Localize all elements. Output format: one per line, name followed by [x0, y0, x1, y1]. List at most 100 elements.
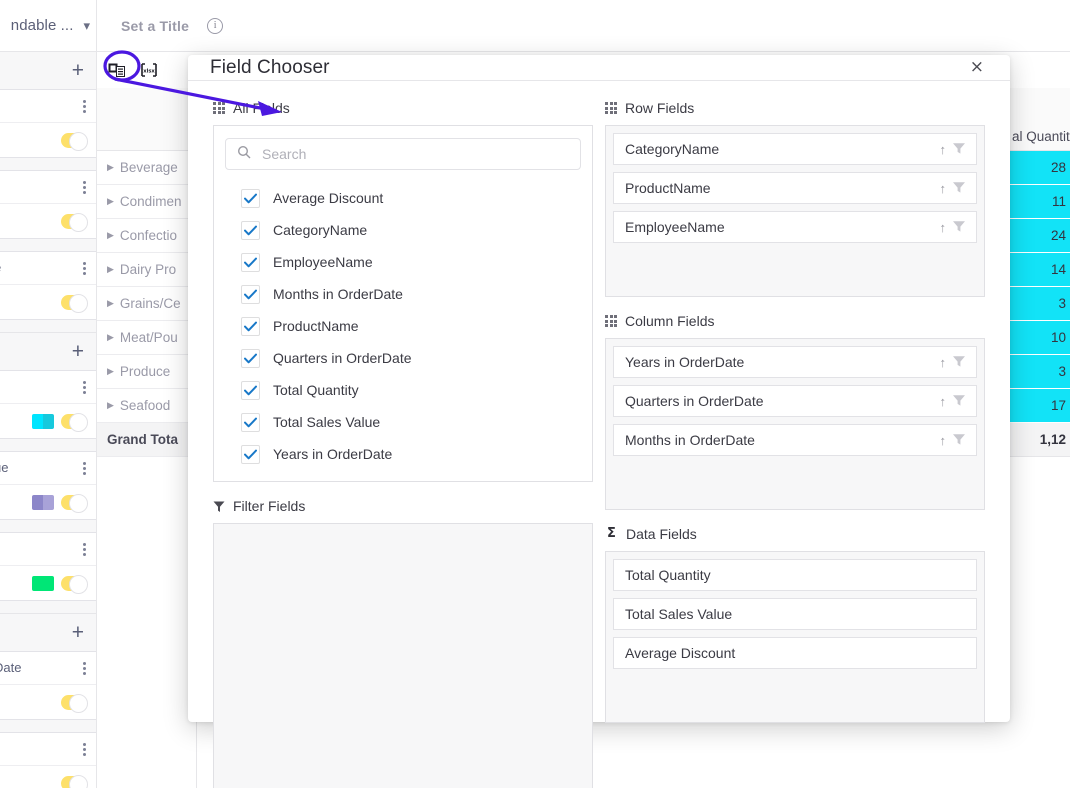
more-options-icon[interactable]	[82, 742, 86, 756]
more-options-icon[interactable]	[82, 99, 86, 113]
triangle-right-icon[interactable]: ▶	[107, 162, 114, 173]
pivot-grand-total-row[interactable]: Grand Tota	[97, 423, 196, 457]
color-swatch[interactable]	[32, 494, 54, 510]
sort-asc-icon[interactable]: ↑	[940, 143, 947, 156]
more-options-icon[interactable]	[82, 542, 86, 556]
field-checkbox[interactable]	[241, 380, 260, 400]
config-toggle[interactable]	[61, 412, 88, 432]
pivot-row[interactable]: ▶ Condimen	[97, 185, 196, 219]
funnel-icon[interactable]	[952, 141, 966, 158]
config-toggle[interactable]	[61, 131, 88, 151]
color-swatch[interactable]	[32, 413, 54, 429]
sort-asc-icon[interactable]: ↑	[940, 182, 947, 195]
field-list-item[interactable]: Quarters in OrderDate	[214, 342, 592, 374]
field-chooser-icon[interactable]	[107, 60, 127, 80]
sort-asc-icon[interactable]: ↑	[940, 395, 947, 408]
chevron-down-icon[interactable]: ▾	[83, 18, 90, 34]
export-xlsx-icon[interactable]: xlsx	[139, 60, 159, 80]
field-checkbox[interactable]	[241, 284, 260, 304]
field-list-item[interactable]: Average Discount	[214, 182, 592, 214]
config-toggle[interactable]	[61, 693, 88, 713]
row-field-chip[interactable]: ProductName ↑	[613, 172, 977, 204]
search-box[interactable]	[225, 138, 581, 170]
field-checkbox[interactable]	[241, 348, 260, 368]
column-fields-dropzone[interactable]: Years in OrderDate ↑ Quarters in OrderDate…	[605, 338, 985, 510]
pivot-row[interactable]: ▶ Dairy Pro	[97, 253, 196, 287]
config-card[interactable]	[0, 170, 96, 239]
config-toggle[interactable]	[61, 293, 88, 313]
config-toggle[interactable]	[61, 212, 88, 232]
more-options-icon[interactable]	[82, 380, 86, 394]
data-field-chip[interactable]: Total Sales Value	[613, 598, 977, 630]
page-title[interactable]: Set a Title	[121, 18, 189, 34]
config-card-controls	[0, 404, 96, 438]
more-options-icon[interactable]	[82, 661, 86, 675]
data-fields-dropzone[interactable]: Total Quantity Total Sales Value Average D…	[605, 551, 985, 723]
sort-asc-icon[interactable]: ↑	[940, 356, 947, 369]
field-checkbox[interactable]	[241, 188, 260, 208]
field-list-item[interactable]: ProductName	[214, 310, 592, 342]
config-card[interactable]	[0, 732, 96, 788]
row-fields-dropzone[interactable]: CategoryName ↑ ProductName ↑ EmployeeName ↑	[605, 125, 985, 297]
row-field-chip[interactable]: CategoryName ↑	[613, 133, 977, 165]
funnel-icon[interactable]	[952, 393, 966, 410]
triangle-right-icon[interactable]: ▶	[107, 366, 114, 377]
field-checkbox[interactable]	[241, 444, 260, 464]
data-field-chip[interactable]: Total Quantity	[613, 559, 977, 591]
pivot-row[interactable]: ▶ Meat/Pou	[97, 321, 196, 355]
info-icon[interactable]: i	[207, 17, 224, 34]
config-card[interactable]: ue	[0, 451, 96, 520]
more-options-icon[interactable]	[82, 461, 86, 475]
config-card[interactable]: Date	[0, 651, 96, 720]
field-checkbox[interactable]	[241, 220, 260, 240]
plus-icon[interactable]: +	[72, 341, 84, 362]
funnel-icon[interactable]	[952, 219, 966, 236]
triangle-right-icon[interactable]: ▶	[107, 298, 114, 309]
field-checkbox[interactable]	[241, 252, 260, 272]
config-toggle[interactable]	[61, 574, 88, 594]
config-card[interactable]	[0, 370, 96, 439]
funnel-icon[interactable]	[952, 354, 966, 371]
config-sidebar-header[interactable]: ndable ... ▾	[0, 0, 96, 52]
triangle-right-icon[interactable]: ▶	[107, 196, 114, 207]
row-field-chip[interactable]: EmployeeName ↑	[613, 211, 977, 243]
triangle-right-icon[interactable]: ▶	[107, 400, 114, 411]
column-field-chip[interactable]: Quarters in OrderDate ↑	[613, 385, 977, 417]
field-list-item[interactable]: Months in OrderDate	[214, 278, 592, 310]
plus-icon[interactable]: +	[72, 60, 84, 81]
funnel-icon[interactable]	[952, 180, 966, 197]
field-list-item[interactable]: Total Sales Value	[214, 406, 592, 438]
data-field-chip[interactable]: Average Discount	[613, 637, 977, 669]
triangle-right-icon[interactable]: ▶	[107, 332, 114, 343]
more-options-icon[interactable]	[82, 180, 86, 194]
config-card[interactable]	[0, 532, 96, 601]
field-checkbox[interactable]	[241, 316, 260, 336]
config-card[interactable]	[0, 89, 96, 158]
color-swatch[interactable]	[32, 575, 54, 591]
field-checkbox[interactable]	[241, 412, 260, 432]
more-options-icon[interactable]	[82, 261, 86, 275]
config-card[interactable]: e	[0, 251, 96, 320]
search-input[interactable]	[260, 145, 569, 163]
field-list-item[interactable]: EmployeeName	[214, 246, 592, 278]
filter-fields-dropzone[interactable]	[213, 523, 593, 788]
pivot-row[interactable]: ▶ Seafood	[97, 389, 196, 423]
config-toggle[interactable]	[61, 493, 88, 513]
sort-asc-icon[interactable]: ↑	[940, 434, 947, 447]
pivot-row[interactable]: ▶ Beverage	[97, 151, 196, 185]
funnel-icon[interactable]	[952, 432, 966, 449]
pivot-row[interactable]: ▶ Confectio	[97, 219, 196, 253]
column-field-chip[interactable]: Months in OrderDate ↑	[613, 424, 977, 456]
field-list-item[interactable]: CategoryName	[214, 214, 592, 246]
plus-icon[interactable]: +	[72, 622, 84, 643]
column-field-chip[interactable]: Years in OrderDate ↑	[613, 346, 977, 378]
close-icon[interactable]: ×	[964, 55, 990, 80]
field-list-item[interactable]: Total Quantity	[214, 374, 592, 406]
pivot-row[interactable]: ▶ Produce	[97, 355, 196, 389]
config-toggle[interactable]	[61, 774, 88, 788]
triangle-right-icon[interactable]: ▶	[107, 264, 114, 275]
triangle-right-icon[interactable]: ▶	[107, 230, 114, 241]
pivot-row[interactable]: ▶ Grains/Ce	[97, 287, 196, 321]
sort-asc-icon[interactable]: ↑	[940, 221, 947, 234]
field-list-item[interactable]: Years in OrderDate	[214, 438, 592, 470]
